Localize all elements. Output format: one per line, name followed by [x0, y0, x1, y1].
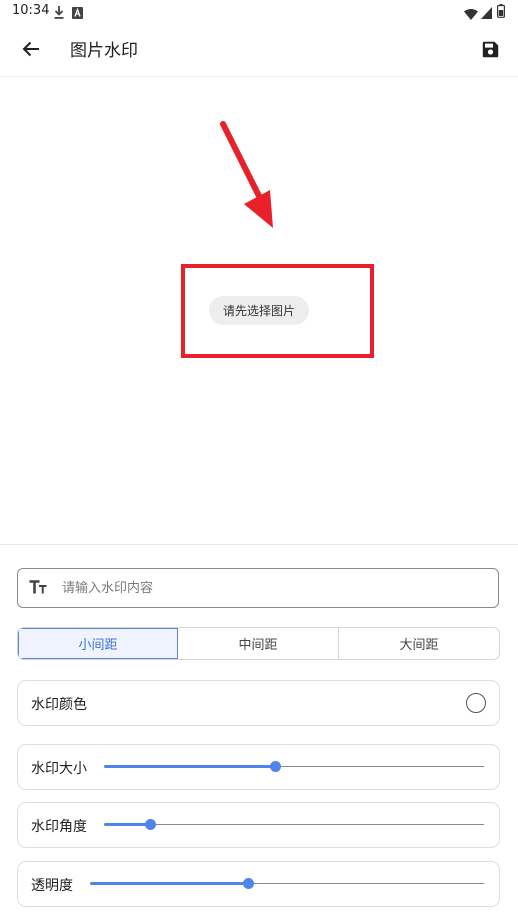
watermark-angle-label: 水印角度 — [31, 819, 87, 835]
watermark-angle-card: 水印角度 — [17, 802, 500, 848]
save-button[interactable] — [474, 34, 506, 64]
spacing-large-option[interactable]: 大间距 — [339, 628, 499, 659]
status-time: 10:34 — [12, 3, 50, 18]
page-title: 图片水印 — [70, 41, 138, 61]
slider-fill — [104, 823, 150, 826]
spacing-small-option[interactable]: 小间距 — [18, 628, 178, 659]
opacity-label: 透明度 — [31, 878, 73, 894]
watermark-text-input[interactable] — [62, 569, 482, 607]
select-image-button[interactable]: 请先选择图片 — [209, 296, 309, 325]
text-size-icon — [29, 578, 49, 600]
slider-fill — [90, 882, 248, 885]
slider-thumb[interactable] — [270, 761, 281, 772]
watermark-text-field[interactable] — [17, 568, 499, 608]
app-bar: 图片水印 — [0, 22, 518, 77]
floppy-disk-icon — [482, 41, 498, 57]
watermark-size-label: 水印大小 — [31, 761, 87, 777]
slider-thumb[interactable] — [242, 878, 254, 889]
slider-fill — [104, 765, 275, 768]
spacing-segmented-control: 小间距 中间距 大间距 — [17, 627, 500, 660]
spacing-medium-option[interactable]: 中间距 — [178, 628, 339, 659]
color-swatch[interactable] — [466, 693, 486, 713]
font-icon — [72, 4, 83, 23]
watermark-size-card: 水印大小 — [17, 744, 500, 790]
slider-thumb[interactable] — [144, 819, 156, 830]
opacity-card: 透明度 — [17, 861, 500, 907]
status-bar: 10:34 — [0, 0, 518, 22]
battery-icon — [497, 3, 506, 22]
arrow-left-icon — [22, 41, 39, 57]
signal-icon — [481, 4, 492, 23]
download-icon — [54, 4, 64, 23]
opacity-slider[interactable] — [90, 878, 484, 889]
annotation-arrow — [220, 121, 273, 228]
back-button[interactable] — [14, 34, 48, 64]
watermark-size-slider[interactable] — [104, 761, 484, 772]
watermark-color-label: 水印颜色 — [31, 697, 87, 713]
watermark-color-card[interactable]: 水印颜色 — [17, 680, 500, 726]
watermark-angle-slider[interactable] — [104, 819, 484, 830]
